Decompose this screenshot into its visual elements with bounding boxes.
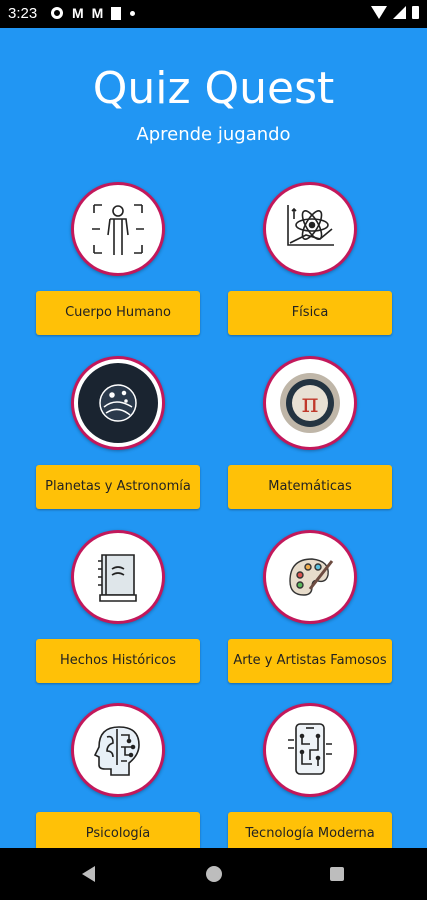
category-button-fisica[interactable]: Física bbox=[228, 291, 392, 335]
history-book-icon[interactable] bbox=[71, 530, 165, 624]
pi-icon[interactable]: π bbox=[263, 356, 357, 450]
svg-text:π: π bbox=[301, 389, 318, 419]
recent-apps-icon[interactable] bbox=[330, 867, 344, 881]
back-icon[interactable] bbox=[82, 866, 95, 882]
brain-head-icon[interactable] bbox=[71, 703, 165, 797]
atom-icon[interactable] bbox=[263, 182, 357, 276]
category-button-psicologia[interactable]: Psicología bbox=[36, 812, 200, 848]
category-button-matematicas[interactable]: Matemáticas bbox=[228, 465, 392, 509]
category-grid: Cuerpo Humano Física Planetas y Astronom… bbox=[0, 0, 427, 848]
planet-icon[interactable] bbox=[71, 356, 165, 450]
home-icon[interactable] bbox=[206, 866, 222, 882]
category-button-historia[interactable]: Hechos Históricos bbox=[36, 639, 200, 683]
navigation-bar bbox=[0, 848, 427, 900]
smartphone-circuit-icon[interactable] bbox=[263, 703, 357, 797]
palette-icon[interactable] bbox=[263, 530, 357, 624]
category-button-arte[interactable]: Arte y Artistas Famosos bbox=[228, 639, 392, 683]
category-button-tecnologia[interactable]: Tecnología Moderna bbox=[228, 812, 392, 848]
human-body-icon[interactable] bbox=[71, 182, 165, 276]
category-button-planetas[interactable]: Planetas y Astronomía bbox=[36, 465, 200, 509]
category-button-cuerpo-humano[interactable]: Cuerpo Humano bbox=[36, 291, 200, 335]
